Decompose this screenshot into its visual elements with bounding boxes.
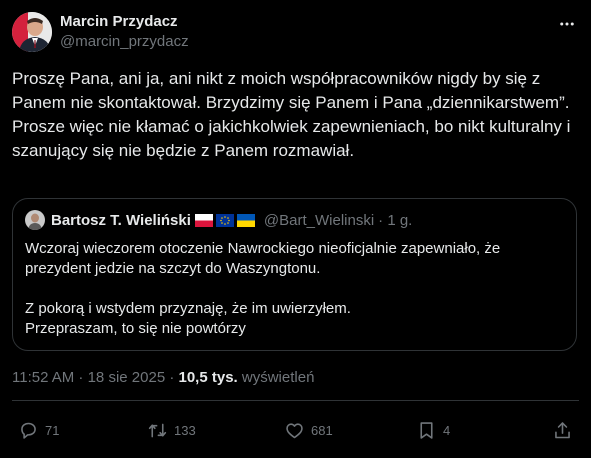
repost-count: 133 — [174, 422, 196, 438]
tweet-header: Marcin Przydacz @marcin_przydacz — [12, 10, 579, 54]
reply-button[interactable]: 71 — [18, 418, 59, 442]
divider — [12, 400, 579, 401]
like-icon — [286, 422, 303, 438]
reply-count: 71 — [45, 422, 60, 438]
bookmark-count: 4 — [443, 422, 451, 438]
quoted-tweet[interactable]: Bartosz T. Wieliński @Bart_Wielinski · 1… — [12, 198, 577, 351]
tweet-text: Proszę Pana, ani ja, ani nikt z moich ws… — [12, 69, 571, 160]
more-icon — [560, 22, 574, 26]
quoted-time: · 1 g. — [378, 211, 413, 229]
author-handle[interactable]: @marcin_przydacz — [60, 32, 189, 52]
eu-flag-icon — [215, 213, 234, 227]
repost-button[interactable]: 133 — [147, 418, 196, 442]
ukraine-flag-icon — [236, 213, 255, 227]
quoted-header: Bartosz T. Wieliński @Bart_Wielinski · 1… — [25, 210, 412, 230]
timestamp[interactable]: 11:52 AM · 18 sie 2025 · — [12, 369, 179, 386]
like-button[interactable]: 681 — [284, 418, 333, 442]
reply-icon — [21, 422, 36, 439]
poland-flag-icon — [194, 213, 213, 227]
bookmark-icon — [420, 421, 433, 439]
share-icon — [555, 421, 570, 438]
author-name[interactable]: Marcin Przydacz — [60, 12, 189, 32]
more-options-button[interactable] — [557, 14, 577, 34]
like-count: 681 — [311, 422, 333, 438]
quoted-text: Wczoraj wieczorem otoczenie Nawrockiego … — [25, 240, 501, 337]
views-count: 10,5 tys. — [178, 369, 238, 386]
quoted-avatar — [25, 210, 45, 230]
avatar[interactable] — [12, 12, 52, 52]
bookmark-button[interactable]: 4 — [416, 418, 450, 442]
quoted-author-name: Bartosz T. Wieliński — [51, 211, 191, 229]
author-names: Marcin Przydacz @marcin_przydacz — [60, 12, 189, 52]
views-label: wyświetleń — [237, 369, 315, 386]
action-bar: 71 133 681 4 — [12, 418, 579, 442]
tweet-meta: 11:52 AM · 18 sie 2025 · 10,5 tys. wyświ… — [12, 368, 314, 388]
tweet: Marcin Przydacz @marcin_przydacz Proszę … — [0, 0, 591, 458]
share-button[interactable] — [552, 418, 573, 442]
quoted-author-handle: @Bart_Wielinski — [263, 211, 375, 229]
repost-icon — [148, 423, 167, 437]
